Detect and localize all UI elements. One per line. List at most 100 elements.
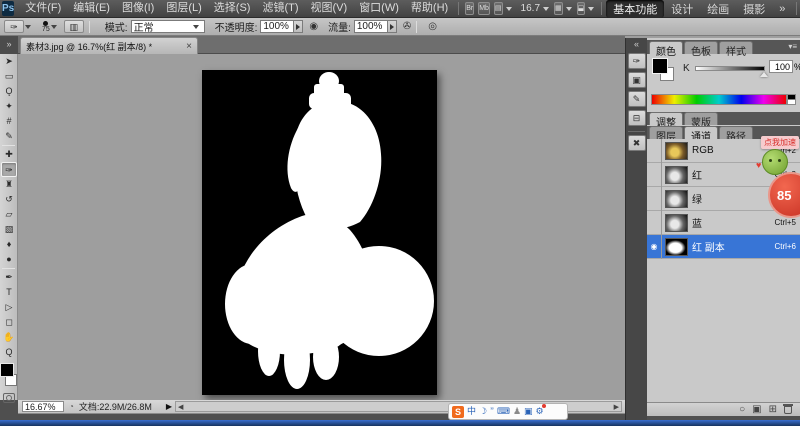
load-selection-icon[interactable]: ○ (739, 404, 745, 415)
workspace-photography[interactable]: 摄影 (736, 0, 772, 18)
visibility-toggle[interactable] (647, 139, 662, 163)
tool-brush-selected[interactable]: ✑ (1, 162, 17, 177)
expand-panels-icon[interactable]: « (626, 38, 647, 50)
chevron-down-icon[interactable] (588, 7, 594, 11)
tool-eraser[interactable]: ▱ (0, 207, 18, 222)
scroll-right-icon[interactable]: ▶ (614, 403, 619, 411)
tab-styles[interactable]: 样式 (719, 41, 753, 54)
color-spectrum-ramp[interactable] (651, 94, 787, 105)
mascot-icon[interactable] (762, 149, 788, 175)
tool-crop[interactable]: # (0, 114, 18, 129)
chevron-down-icon[interactable] (543, 7, 549, 11)
tool-magic-wand[interactable]: ✦ (0, 99, 18, 114)
quick-mask-button[interactable] (3, 393, 15, 403)
punctuation-icon[interactable]: ’’ (490, 404, 494, 419)
tool-marquee[interactable]: ▭ (0, 69, 18, 84)
tool-healing-brush[interactable]: ✚ (0, 147, 18, 162)
menu-image[interactable]: 图像(I) (116, 0, 160, 17)
view-extras-icon[interactable]: ▤ (494, 2, 503, 15)
foreground-color-swatch[interactable] (1, 364, 13, 376)
brush-preset-icon[interactable]: ✑ (4, 20, 24, 33)
layer-comps-panel-icon[interactable]: ⊟ (628, 110, 646, 126)
spectrum-bw-swatch[interactable] (787, 94, 796, 105)
tab-masks[interactable]: 蒙版 (684, 112, 718, 125)
sogou-logo-icon[interactable]: S (452, 406, 464, 418)
workspace-essentials[interactable]: 基本功能 (606, 0, 664, 18)
visibility-toggle-eye-icon[interactable]: ◉ (647, 235, 662, 259)
tablet-opacity-icon[interactable]: ◉ (309, 21, 318, 32)
menu-help[interactable]: 帮助(H) (405, 0, 454, 17)
tool-shape[interactable]: ◻ (0, 315, 18, 330)
workspace-design[interactable]: 设计 (664, 0, 700, 18)
accelerator-ribbon[interactable]: 点我加速 (761, 136, 799, 149)
menu-filter[interactable]: 滤镜(T) (256, 0, 304, 17)
tool-eyedropper[interactable]: ✎ (0, 129, 18, 144)
workspace-overflow-button[interactable]: » (772, 2, 792, 16)
blend-mode-select[interactable]: 正常 (131, 20, 205, 33)
brush-size-picker[interactable]: 75 (42, 21, 50, 32)
menu-layer[interactable]: 图层(L) (160, 0, 207, 17)
soft-keyboard-icon[interactable]: ⌨ (497, 404, 510, 419)
toolbar-collapse-button[interactable]: » (0, 36, 18, 54)
foreground-color-swatch[interactable] (653, 59, 667, 73)
workspace-painting[interactable]: 绘画 (700, 0, 736, 18)
airbrush-icon[interactable]: ✇ (403, 21, 411, 32)
document-tab[interactable]: 素材3.jpg @ 16.7%(红 副本/8) * × (20, 37, 198, 54)
chinese-mode-icon[interactable]: 中 (467, 404, 476, 419)
tab-swatches[interactable]: 色板 (684, 41, 718, 54)
tool-lasso[interactable]: Ǫ (0, 84, 18, 99)
visibility-toggle[interactable] (647, 187, 662, 211)
k-slider-handle[interactable] (760, 72, 768, 77)
tablet-pressure-icon[interactable]: ◎ (428, 21, 437, 32)
chevron-down-icon[interactable] (51, 25, 57, 29)
menu-window[interactable]: 窗口(W) (353, 0, 405, 17)
flow-spinner[interactable] (388, 20, 397, 33)
tool-move[interactable]: ➤ (0, 54, 18, 69)
windows-taskbar[interactable] (0, 420, 800, 426)
menu-select[interactable]: 选择(S) (208, 0, 257, 17)
tab-adjustments[interactable]: 调整 (649, 112, 683, 125)
tool-clone-stamp[interactable]: ♜ (0, 177, 18, 192)
document-canvas[interactable] (202, 70, 437, 395)
screen-mode-icon[interactable]: ⬓ (577, 2, 586, 15)
tool-dodge[interactable]: ● (0, 252, 18, 267)
status-zoom-field[interactable]: 16.67% (22, 401, 64, 412)
clone-source-panel-icon[interactable]: ▣ (628, 72, 646, 88)
tab-layers[interactable]: 图层 (649, 126, 683, 139)
k-slider-track[interactable] (695, 66, 765, 71)
panel-menu-icon[interactable]: ▾≡ (788, 42, 797, 51)
brush-presets-panel-icon[interactable]: ✑ (628, 53, 646, 69)
visibility-toggle[interactable] (647, 211, 662, 235)
fullwidth-icon[interactable]: ☽ (479, 404, 487, 419)
status-info-arrow-icon[interactable]: ▶ (166, 402, 172, 411)
chevron-down-icon[interactable] (506, 7, 512, 11)
menu-file[interactable]: 文件(F) (19, 0, 67, 17)
tab-paths[interactable]: 路径 (719, 126, 753, 139)
opacity-spinner[interactable] (294, 20, 303, 33)
chevron-down-icon[interactable] (566, 7, 572, 11)
mini-bridge-icon[interactable]: Mb (478, 2, 490, 15)
arrange-documents-icon[interactable]: ▦ (554, 2, 563, 15)
tool-zoom[interactable]: Q (0, 345, 18, 360)
delete-channel-icon[interactable] (784, 406, 792, 414)
visibility-toggle[interactable] (647, 163, 662, 187)
close-tab-icon[interactable]: × (186, 41, 192, 52)
scroll-left-icon[interactable]: ◀ (178, 403, 183, 411)
tools-panel-icon[interactable]: ✖ (628, 135, 646, 151)
tab-channels[interactable]: 通道 (684, 126, 718, 139)
skin-icon[interactable]: ▣ (524, 404, 533, 419)
menu-edit[interactable]: 编辑(E) (67, 0, 116, 17)
k-value-input[interactable]: 100 (769, 60, 793, 73)
tool-path-select[interactable]: ▷ (0, 300, 18, 315)
tool-blur[interactable]: ♦ (0, 237, 18, 252)
canvas-pasteboard[interactable] (18, 54, 625, 400)
menu-view[interactable]: 视图(V) (305, 0, 354, 17)
zoom-level-control[interactable]: 16.7 (521, 3, 540, 14)
flow-input[interactable]: 100% (354, 20, 388, 33)
bridge-icon[interactable]: Br (465, 2, 474, 15)
chevron-down-icon[interactable] (25, 25, 31, 29)
tool-hand[interactable]: ✋ (0, 330, 18, 345)
toggle-brush-panel-icon[interactable]: ▥ (64, 20, 84, 33)
channel-row-red-copy-selected[interactable]: ◉ 红 副本 Ctrl+6 (647, 235, 800, 259)
new-channel-icon[interactable]: ⊞ (769, 404, 777, 415)
